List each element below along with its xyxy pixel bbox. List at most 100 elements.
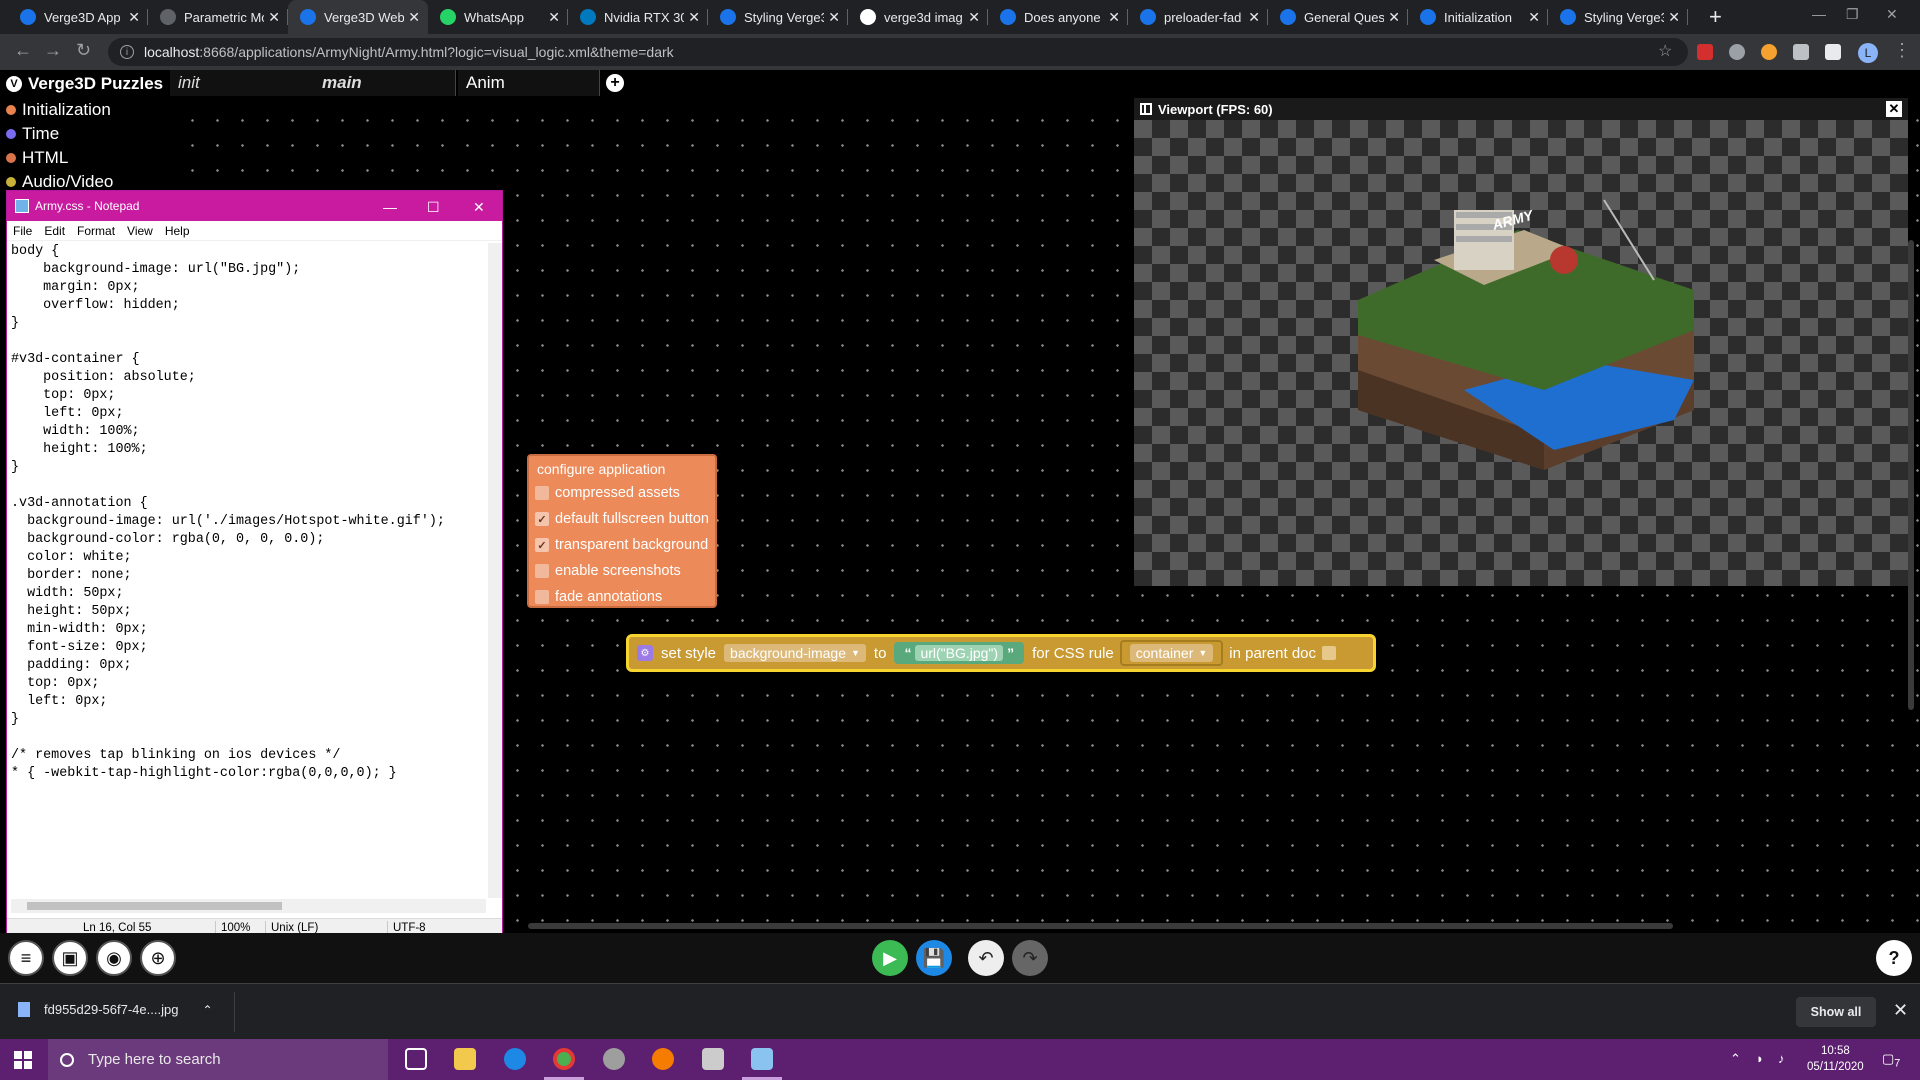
- option-compressed-assets[interactable]: compressed assets: [535, 480, 709, 506]
- run-play-button[interactable]: ▶: [872, 940, 908, 976]
- chevron-up-icon[interactable]: ⌃: [202, 1003, 212, 1017]
- extension-gray-icon[interactable]: [1793, 44, 1809, 60]
- menu-edit[interactable]: Edit: [44, 224, 65, 238]
- panel-icon[interactable]: ▣: [52, 940, 88, 976]
- close-tab-icon[interactable]: ✕: [268, 9, 280, 26]
- profile-avatar[interactable]: L: [1858, 43, 1878, 63]
- library-icon[interactable]: ≡: [8, 940, 44, 976]
- task-view-icon[interactable]: [405, 1048, 427, 1070]
- target-icon[interactable]: ⊕: [140, 940, 176, 976]
- browser-tab[interactable]: General Quest ✕: [1268, 0, 1408, 34]
- help-button[interactable]: ?: [1876, 940, 1912, 976]
- chrome-icon[interactable]: [553, 1048, 575, 1070]
- app-icon[interactable]: [702, 1048, 724, 1070]
- browser-tab[interactable]: Styling Verge3 ✕: [1548, 0, 1688, 34]
- download-item[interactable]: fd955d29-56f7-4e....jpg ⌃: [18, 1002, 213, 1017]
- url-input[interactable]: i localhost:8668/applications/ArmyNight/…: [108, 38, 1688, 66]
- close-window-button[interactable]: ✕: [1886, 6, 1898, 23]
- tab-init[interactable]: init: [170, 70, 320, 96]
- style-property-dropdown[interactable]: background-image ▼: [724, 644, 866, 662]
- screenshot-camera-icon[interactable]: ◉: [96, 940, 132, 976]
- browser-tab[interactable]: Verge3D App ✕: [8, 0, 148, 34]
- maximize-window-button[interactable]: ❐: [1846, 6, 1859, 23]
- checkbox-checked[interactable]: ✓: [535, 512, 549, 526]
- file-explorer-icon[interactable]: [454, 1048, 476, 1070]
- tab-main[interactable]: main: [314, 70, 456, 96]
- windows-start-icon[interactable]: [14, 1051, 32, 1069]
- notepad-horizontal-scrollbar[interactable]: [11, 899, 486, 913]
- redo-button[interactable]: ↷: [1012, 940, 1048, 976]
- checkbox[interactable]: [535, 590, 549, 604]
- settings-app-icon[interactable]: [603, 1048, 625, 1070]
- gear-icon[interactable]: ⚙: [637, 645, 653, 661]
- toolbox-item-html[interactable]: HTML: [0, 146, 170, 170]
- configure-application-block[interactable]: configure application compressed assets …: [527, 454, 717, 608]
- browser-tab[interactable]: Verge3D Web ✕: [288, 0, 428, 34]
- menu-file[interactable]: File: [13, 224, 32, 238]
- browser-tab[interactable]: Parametric Mo ✕: [148, 0, 288, 34]
- pause-icon[interactable]: [1140, 103, 1152, 115]
- close-tab-icon[interactable]: ✕: [828, 9, 840, 26]
- option-fade-annotations[interactable]: fade annotations: [535, 584, 709, 610]
- set-style-block[interactable]: ⚙ set style background-image ▼ to “url("B…: [626, 634, 1376, 672]
- notepad-text-area[interactable]: body { background-image: url("BG.jpg"); …: [11, 243, 491, 893]
- browser-tab[interactable]: Initialization ✕: [1408, 0, 1548, 34]
- viewport-canvas[interactable]: ARMY: [1134, 120, 1908, 586]
- taskbar-search-input[interactable]: Type here to search: [48, 1039, 388, 1080]
- menu-format[interactable]: Format: [77, 224, 115, 238]
- toolbox-item-initialization[interactable]: Initialization: [0, 98, 170, 122]
- close-tab-icon[interactable]: ✕: [548, 9, 560, 26]
- option-transparent-background[interactable]: ✓ transparent background: [535, 532, 709, 558]
- extension-orange-icon[interactable]: [1761, 44, 1777, 60]
- network-icon[interactable]: ◗: [1756, 1051, 1764, 1066]
- verge3d-app-icon[interactable]: [504, 1048, 526, 1070]
- parent-doc-checkbox[interactable]: [1322, 646, 1337, 660]
- close-tab-icon[interactable]: ✕: [1248, 9, 1260, 26]
- blender-icon[interactable]: [652, 1048, 674, 1070]
- css-rule-dropdown[interactable]: container ▼: [1129, 644, 1214, 662]
- notepad-minimize-button[interactable]: —: [383, 199, 397, 215]
- text-value-block[interactable]: “url("BG.jpg")”: [894, 642, 1025, 664]
- browser-menu-icon[interactable]: ⋮: [1893, 40, 1911, 61]
- checkbox[interactable]: [535, 486, 549, 500]
- css-rule-block[interactable]: container ▼: [1119, 640, 1224, 666]
- browser-tab[interactable]: WhatsApp ✕: [428, 0, 568, 34]
- bookmark-star-icon[interactable]: ☆: [1658, 41, 1672, 61]
- extensions-puzzle-icon[interactable]: [1825, 44, 1841, 60]
- extension-red-icon[interactable]: [1697, 44, 1713, 60]
- close-tab-icon[interactable]: ✕: [1108, 9, 1120, 26]
- tray-chevron-up-icon[interactable]: ⌃: [1730, 1051, 1741, 1067]
- notepad-close-button[interactable]: ✕: [473, 199, 485, 216]
- option-enable-screenshots[interactable]: enable screenshots: [535, 558, 709, 584]
- browser-tab[interactable]: Does anyone ✕: [988, 0, 1128, 34]
- new-tab-button[interactable]: +: [1709, 4, 1722, 30]
- browser-tab[interactable]: Styling Verge3 ✕: [708, 0, 848, 34]
- toolbox-item-time[interactable]: Time: [0, 122, 170, 146]
- close-tab-icon[interactable]: ✕: [128, 9, 140, 26]
- tab-anim[interactable]: Anim: [458, 70, 600, 96]
- menu-help[interactable]: Help: [165, 224, 190, 238]
- workspace-horizontal-scrollbar[interactable]: [528, 923, 1673, 929]
- notepad-maximize-button[interactable]: ☐: [427, 199, 440, 216]
- browser-tab[interactable]: Nvidia RTX 30 ✕: [568, 0, 708, 34]
- save-button[interactable]: 💾: [916, 940, 952, 976]
- back-button[interactable]: ←: [14, 40, 32, 61]
- checkbox[interactable]: [535, 564, 549, 578]
- close-shelf-button[interactable]: ✕: [1893, 1000, 1908, 1021]
- notepad-taskbar-icon[interactable]: [751, 1048, 773, 1070]
- close-tab-icon[interactable]: ✕: [1388, 9, 1400, 26]
- extension-cloud-icon[interactable]: [1729, 44, 1745, 60]
- undo-button[interactable]: ↶: [968, 940, 1004, 976]
- volume-icon[interactable]: ♪: [1778, 1051, 1785, 1066]
- text-value[interactable]: url("BG.jpg"): [915, 645, 1004, 661]
- close-tab-icon[interactable]: ✕: [408, 9, 420, 26]
- checkbox-checked[interactable]: ✓: [535, 538, 549, 552]
- taskbar-clock[interactable]: 10:58 05/11/2020: [1807, 1043, 1864, 1075]
- workspace-vertical-scrollbar[interactable]: [1908, 240, 1914, 710]
- add-tab-button[interactable]: +: [606, 74, 624, 92]
- minimize-window-button[interactable]: —: [1812, 6, 1826, 22]
- reload-button[interactable]: ↻: [76, 40, 91, 61]
- menu-view[interactable]: View: [127, 224, 153, 238]
- forward-button[interactable]: →: [44, 40, 62, 61]
- close-tab-icon[interactable]: ✕: [1668, 9, 1680, 26]
